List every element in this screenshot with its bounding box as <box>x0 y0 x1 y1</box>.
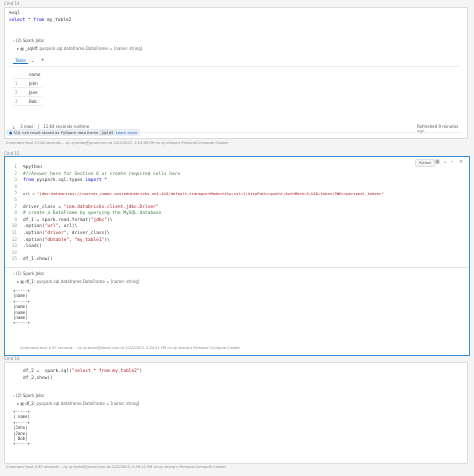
dataframe-info: ▸ ▦ df_2: pyspark.sql.dataframe.DataFram… <box>17 401 140 406</box>
spark-jobs-toggle[interactable]: › (2) Spark Jobs <box>13 393 44 398</box>
command-took: Command took 0.97 seconds -- by zy.brian… <box>20 346 240 350</box>
command-took: Command took 0.92 seconds -- by zy.brian… <box>6 465 226 469</box>
code-line: select * from my_table2 <box>9 17 72 23</box>
code-line: df_2 = spark.sql("select * from my_table… <box>23 369 143 374</box>
learn-more-link[interactable]: Learn more <box>116 130 138 135</box>
code-line: %python <box>23 165 42 170</box>
table-icon: ▸ ▦ <box>17 46 25 51</box>
add-tab-button[interactable]: + <box>41 57 45 62</box>
column-header[interactable]: name <box>27 70 43 79</box>
table-row: 1 John <box>13 78 43 88</box>
cell-header-16: Cmd 16 <box>4 356 20 361</box>
chevron-right-icon: › <box>13 393 15 398</box>
dataframe-info: ▸ ▦ _sqldf: pyspark.sql.dataframe.DataFr… <box>17 46 143 51</box>
code-line: %sql <box>9 11 20 16</box>
code-editor[interactable]: %sql select * from my_table2 <box>5 11 467 25</box>
chevron-right-icon: › <box>13 38 15 43</box>
code-line: .load() <box>23 244 42 250</box>
dataframe-info: ▸ ▦ df_1: pyspark.sql.dataframe.DataFram… <box>17 279 140 284</box>
cell-16[interactable]: df_2 = spark.sql("select * from my_table… <box>4 362 468 464</box>
spark-jobs-toggle[interactable]: › (2) Spark Jobs <box>13 38 44 43</box>
cell-14[interactable]: %sql select * from my_table2 › (2) Spark… <box>4 7 468 139</box>
result-table: name 1 John 2 Jane 3 Bob <box>13 70 43 106</box>
cell-15[interactable]: Python ▦ ⌄ – × 1 %python 2 #//Answer here … <box>4 156 470 356</box>
code-line: # create a DataFrame by querying the MyS… <box>23 211 162 217</box>
code-line: df_2.show() <box>23 375 53 381</box>
table-icon: ▸ ▦ <box>17 401 25 406</box>
table-row: 3 Bob <box>13 96 43 106</box>
code-line: from pyspark.sql.types import * <box>23 178 108 184</box>
command-took: Command took 11.64 seconds -- by zy.bria… <box>6 141 229 145</box>
spark-jobs-toggle[interactable]: › (1) Spark Jobs <box>13 271 44 276</box>
tab-table[interactable]: Table <box>13 58 28 64</box>
table-row: 2 Jane <box>13 87 43 97</box>
code-line: df_1.show() <box>23 257 53 263</box>
code-editor[interactable]: df_2 = spark.sql("select * from my_table… <box>5 369 465 385</box>
code-line: url = "jdbc:databricks://<server_name>.a… <box>23 191 384 197</box>
cell-header-14: Cmd 14 <box>4 1 20 6</box>
chevron-right-icon: › <box>13 271 15 276</box>
code-line: .option("driver", driver_class)\ <box>23 231 110 236</box>
cell-output: +-----+ |name| +-----+ |name| |name| |name| +-… <box>13 288 30 326</box>
info-icon: ● <box>9 130 13 135</box>
cell-output: +-----+ | name| +-----+ |John| |Jane| | Bob| +… <box>13 409 30 447</box>
chevron-down-icon[interactable]: ⌄ <box>31 58 35 63</box>
code-editor[interactable]: 1 %python 2 #//Answer here for Section 6 o… <box>5 165 465 265</box>
table-icon: ▸ ▦ <box>17 279 25 284</box>
code-line: .option("url", url)\ <box>23 224 78 230</box>
sql-info-banner: ● SQL cell result stored as PySpark data… <box>6 129 141 136</box>
